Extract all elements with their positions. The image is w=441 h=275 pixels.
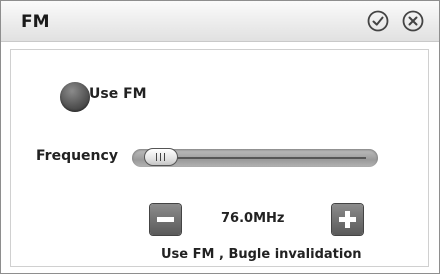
title-bar: FM: [1, 1, 439, 42]
use-fm-radio[interactable]: [60, 82, 90, 112]
frequency-value: 76.0MHz: [221, 211, 285, 226]
slider-thumb[interactable]: [144, 148, 178, 166]
confirm-button[interactable]: [367, 10, 389, 32]
decrease-frequency-button[interactable]: [150, 204, 181, 235]
frequency-slider[interactable]: [132, 148, 378, 167]
grip-line: [156, 153, 157, 161]
minus-icon: [150, 204, 181, 235]
grip-line: [160, 153, 161, 161]
close-circle-icon: [402, 10, 424, 32]
status-text: Use FM , Bugle invalidation: [161, 247, 362, 262]
plus-icon: [332, 204, 363, 235]
grip-line: [164, 153, 165, 161]
slider-groove: [150, 157, 366, 159]
window-title: FM: [21, 12, 50, 32]
frequency-label: Frequency: [36, 148, 118, 164]
close-button[interactable]: [402, 10, 424, 32]
content-panel: Use FM Frequency 76.0MHz Use FM , Bugle …: [10, 49, 429, 267]
increase-frequency-button[interactable]: [332, 204, 363, 235]
check-circle-icon: [367, 10, 389, 32]
fm-dialog: FM Use FM Frequency 76.0MHz Use FM , Bug…: [0, 0, 440, 274]
use-fm-label[interactable]: Use FM: [89, 86, 147, 102]
